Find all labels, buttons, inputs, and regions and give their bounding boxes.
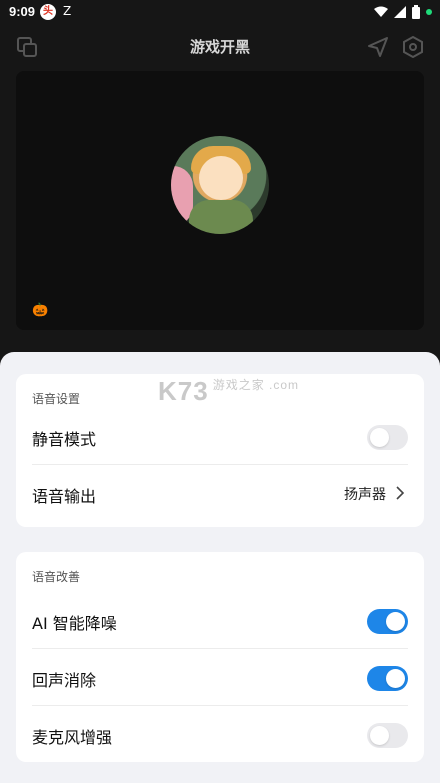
ai-noise-reduction-row: AI 智能降噪 [16,593,424,649]
status-time: 9:09 [9,4,36,19]
battery-icon [412,5,420,19]
mic-boost-row: 麦克风增强 [16,707,424,763]
status-bar: 9:09 头 Z [0,0,440,26]
share-icon[interactable] [367,36,389,58]
settings-icon[interactable] [402,36,424,58]
mic-boost-toggle[interactable] [367,723,408,748]
mute-mode-label: 静音模式 [32,430,97,449]
wifi-icon [374,6,388,17]
watermark-sub: 游戏之家 .com [212,378,300,392]
voice-output-row[interactable]: 语音输出 扬声器 [16,466,424,522]
section-title-voice-settings: 语音设置 [32,392,81,406]
voice-output-value: 扬声器 [344,487,386,503]
pumpkin-icon: 🎃 [32,303,49,318]
ai-noise-reduction-toggle[interactable] [367,609,408,634]
status-icons [374,5,432,19]
chevron-right-icon [396,486,405,500]
echo-cancellation-toggle[interactable] [367,666,408,691]
mute-mode-toggle[interactable] [367,425,408,450]
top-bar: 游戏开黑 [0,26,440,68]
watermark-logo: K73 游戏之家 .com [158,376,299,407]
avatar[interactable] [171,136,269,234]
mic-boost-label: 麦克风增强 [32,728,113,747]
mute-mode-row: 静音模式 [16,409,424,465]
watermark-brand: K73 [158,376,209,406]
echo-cancellation-row: 回声消除 [16,650,424,706]
notification-z-icon: Z [63,4,72,18]
signal-icon [394,6,406,18]
privacy-indicator-icon [426,9,432,15]
voice-improvement-card: 语音改善 AI 智能降噪 回声消除 麦克风增强 [16,552,424,762]
echo-cancellation-label: 回声消除 [32,671,97,690]
voice-output-label: 语音输出 [32,487,97,506]
ai-noise-reduction-label: AI 智能降噪 [32,614,117,633]
notification-icon: 头 [40,4,56,20]
section-title-voice-improvement: 语音改善 [32,570,81,584]
voice-settings-sheet: 语音设置 静音模式 语音输出 扬声器 语音改善 AI 智能降噪 回声消除 麦克风… [0,352,440,783]
